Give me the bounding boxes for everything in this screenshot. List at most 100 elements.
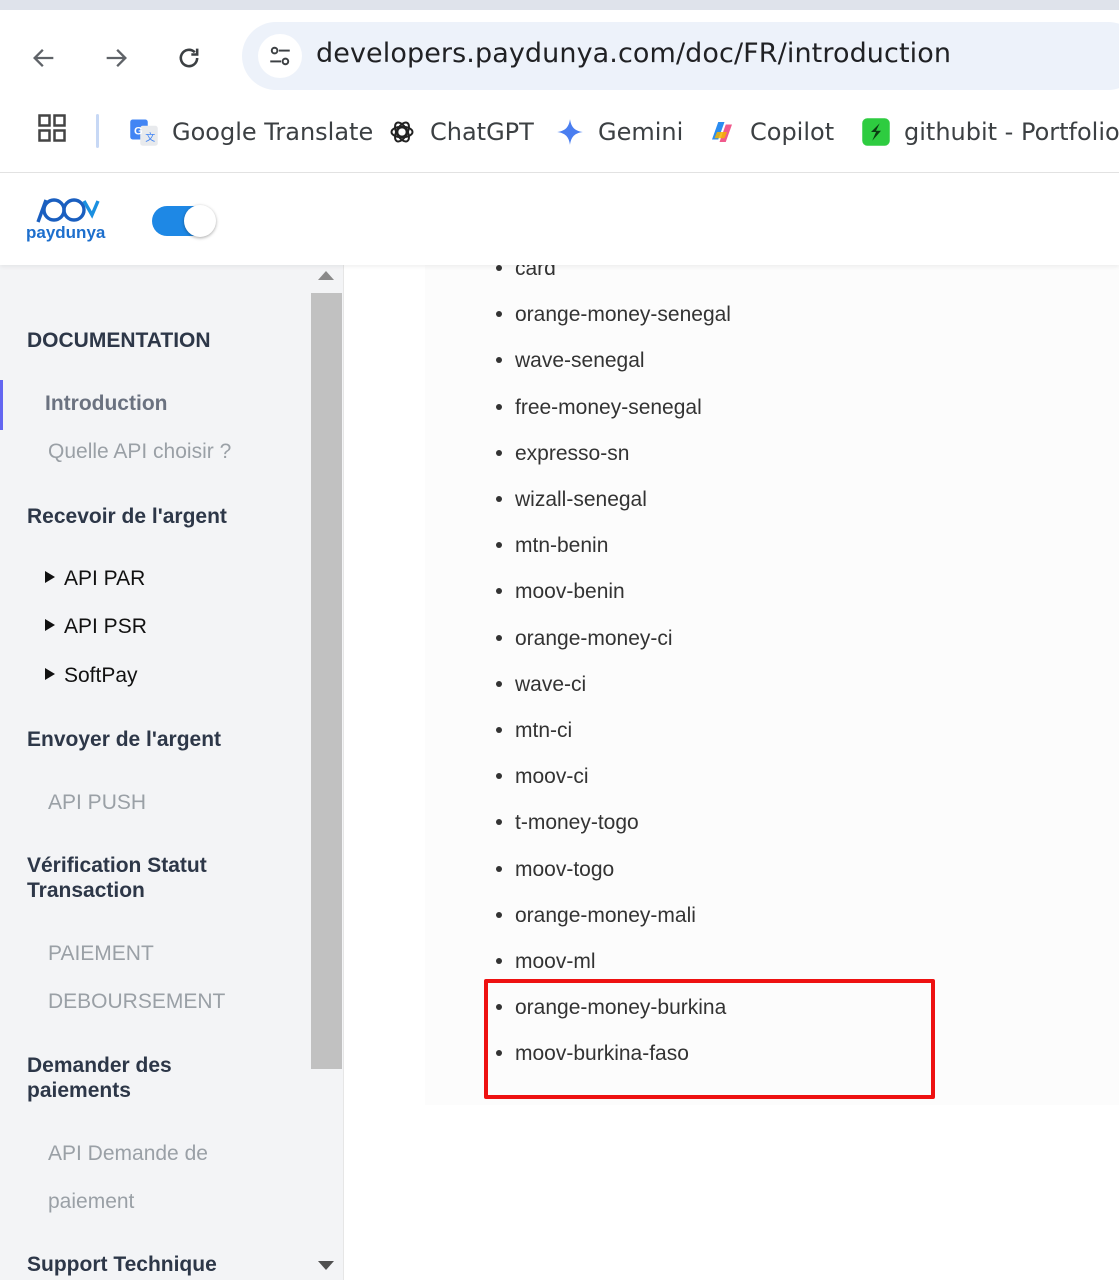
bookmark-gemini[interactable]: Gemini bbox=[554, 112, 683, 152]
list-item-text: expresso-sn bbox=[515, 441, 630, 465]
bookmark-copilot[interactable]: Copilot bbox=[706, 112, 834, 152]
list-item-text: free-money-senegal bbox=[515, 395, 702, 419]
list-item: moov-ci bbox=[496, 765, 589, 789]
highlight-box bbox=[484, 979, 935, 1099]
bookmark-label: Copilot bbox=[750, 118, 835, 146]
list-item: mtn-ci bbox=[496, 719, 572, 743]
list-item: orange-money-senegal bbox=[496, 303, 731, 327]
sidebar-item-introduction[interactable]: Introduction bbox=[45, 392, 167, 416]
caret-right-icon bbox=[45, 571, 55, 583]
reload-icon[interactable] bbox=[167, 36, 211, 80]
list-item-text: moov-togo bbox=[515, 857, 615, 881]
forward-arrow-icon[interactable] bbox=[94, 36, 138, 80]
heading-line: paiements bbox=[27, 1079, 131, 1102]
list-item: mtn-benin bbox=[496, 534, 608, 558]
sidebar-item-paiement[interactable]: PAIEMENT bbox=[48, 942, 154, 966]
sidebar: DOCUMENTATION Introduction Quelle API ch… bbox=[0, 265, 310, 1280]
list-item: free-money-senegal bbox=[496, 396, 702, 420]
bookmark-githubit[interactable]: githubit - Portfolio | bbox=[860, 112, 1119, 152]
back-arrow-icon[interactable] bbox=[22, 36, 66, 80]
bookmark-label: ChatGPT bbox=[430, 118, 534, 146]
bullet-icon bbox=[496, 819, 502, 826]
bullet-icon bbox=[496, 634, 502, 641]
url-text[interactable]: developers.paydunya.com/doc/FR/introduct… bbox=[316, 38, 951, 69]
toggle-knob bbox=[184, 205, 216, 237]
sidebar-item-api-demande[interactable]: API Demande de bbox=[48, 1142, 208, 1166]
sidebar-item-api-par[interactable]: API PAR bbox=[45, 567, 145, 591]
bullet-icon bbox=[496, 911, 502, 918]
list-item-text: wave-ci bbox=[515, 672, 587, 696]
bookmark-label: Gemini bbox=[598, 118, 684, 146]
list-item-text: orange-money-ci bbox=[515, 626, 673, 650]
paydunya-logo[interactable]: paydunya bbox=[24, 195, 114, 247]
list-item: wizall-senegal bbox=[496, 488, 647, 512]
copilot-icon bbox=[706, 116, 738, 148]
list-item-text: mtn-benin bbox=[515, 534, 609, 558]
apps-grid-icon[interactable] bbox=[30, 106, 74, 150]
scroll-down-arrow-icon[interactable] bbox=[318, 1261, 334, 1270]
list-item: orange-money-ci bbox=[496, 627, 673, 651]
paydunya-logo-mark bbox=[36, 198, 100, 223]
bookmark-label: Google Translate bbox=[172, 118, 374, 146]
sidebar-item-deboursement[interactable]: DEBOURSEMENT bbox=[48, 990, 225, 1014]
githubit-icon bbox=[860, 116, 892, 148]
bookmark-chatgpt[interactable]: ChatGPT bbox=[386, 112, 534, 152]
svg-text:G: G bbox=[134, 126, 143, 138]
sidebar-item-api-psr[interactable]: API PSR bbox=[45, 615, 147, 639]
sidebar-item-quelle-api[interactable]: Quelle API choisir ? bbox=[48, 440, 231, 464]
sidebar-item-label: API PSR bbox=[64, 615, 147, 638]
heading-line: Vérification Statut bbox=[27, 854, 207, 877]
svg-text:文: 文 bbox=[145, 131, 155, 144]
list-item-text: orange-money-senegal bbox=[515, 303, 731, 327]
bullet-icon bbox=[496, 357, 502, 364]
list-item: wave-senegal bbox=[496, 349, 645, 373]
sidebar-heading-documentation: DOCUMENTATION bbox=[27, 329, 211, 352]
bullet-icon bbox=[496, 773, 502, 780]
list-item-text: wizall-senegal bbox=[515, 488, 647, 511]
list-item: expresso-sn bbox=[496, 442, 629, 466]
heading-line: Transaction bbox=[27, 879, 145, 902]
sidebar-item-softpay[interactable]: SoftPay bbox=[45, 664, 138, 688]
bullet-icon bbox=[496, 265, 502, 271]
sidebar-heading-envoyer: Envoyer de l'argent bbox=[27, 728, 222, 751]
list-item: wave-ci bbox=[496, 673, 586, 697]
google-translate-icon: G文 bbox=[128, 116, 160, 148]
bullet-icon bbox=[496, 403, 502, 410]
list-item-text: moov-ml bbox=[515, 950, 596, 973]
bullet-icon bbox=[496, 311, 502, 318]
chatgpt-icon bbox=[386, 116, 418, 148]
list-item-text: mtn-ci bbox=[515, 719, 573, 742]
app-header: paydunya bbox=[0, 173, 1119, 265]
list-item: moov-ml bbox=[496, 950, 596, 974]
window-top-strip bbox=[0, 0, 1119, 10]
bookmark-label: githubit - Portfolio | bbox=[904, 118, 1119, 146]
bullet-icon bbox=[496, 958, 502, 964]
list-item-text: wave-senegal bbox=[515, 349, 645, 373]
theme-toggle[interactable] bbox=[152, 205, 216, 237]
bookmark-google-translate[interactable]: G文 Google Translate bbox=[128, 112, 373, 152]
bullet-icon bbox=[496, 588, 502, 595]
sidebar-item-label: SoftPay bbox=[64, 664, 138, 687]
sidebar-item-api-demande-cont[interactable]: paiement bbox=[48, 1190, 134, 1214]
sidebar-heading-verification: Vérification Statut Transaction bbox=[27, 853, 207, 903]
list-item: orange-money-mali bbox=[496, 904, 696, 928]
scroll-up-arrow-icon[interactable] bbox=[318, 271, 334, 280]
gemini-icon bbox=[554, 116, 586, 148]
address-bar[interactable]: developers.paydunya.com/doc/FR/introduct… bbox=[242, 22, 1119, 90]
sidebar-heading-recevoir: Recevoir de l'argent bbox=[27, 505, 227, 528]
sidebar-scrollbar[interactable] bbox=[310, 265, 344, 1280]
heading-line: Demander des bbox=[27, 1054, 172, 1077]
list-item: moov-benin bbox=[496, 580, 625, 604]
bullet-icon bbox=[496, 865, 502, 872]
list-item: moov-togo bbox=[496, 858, 614, 882]
sidebar-heading-demander: Demander des paiements bbox=[27, 1053, 172, 1103]
list-item-text: moov-benin bbox=[515, 580, 625, 604]
sidebar-item-api-push[interactable]: API PUSH bbox=[48, 791, 146, 815]
site-info-icon[interactable] bbox=[258, 34, 302, 78]
scrollbar-thumb[interactable] bbox=[311, 293, 342, 1069]
list-item-text: moov-ci bbox=[515, 765, 589, 789]
list-item-text: orange-money-mali bbox=[515, 903, 696, 927]
bullet-icon bbox=[496, 496, 502, 502]
logo-text: paydunya bbox=[26, 223, 106, 242]
bullet-icon bbox=[496, 727, 502, 733]
